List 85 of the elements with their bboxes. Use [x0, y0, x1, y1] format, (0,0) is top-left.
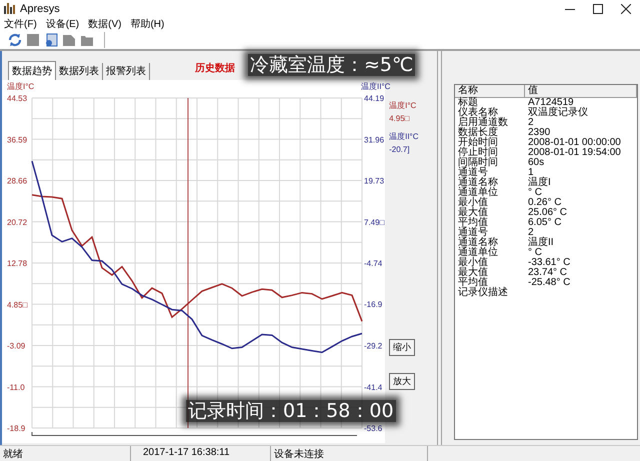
- table-cell-text: 通道名称: [457, 178, 499, 188]
- status-text: 就绪: [0, 446, 131, 461]
- table-cell-text: 1: [527, 168, 534, 178]
- tick-label: 31.96: [364, 135, 384, 144]
- table-cell-text: 通道名称: [457, 238, 499, 248]
- table-cell-text: 最大值: [457, 208, 489, 218]
- tick-label: -4.74: [364, 259, 382, 268]
- column-header[interactable]: 名称: [455, 85, 525, 97]
- tick-label: -29.2: [364, 342, 382, 351]
- table-cell-text: 平均值: [457, 278, 488, 288]
- table-cell-text: 仪表名称: [457, 108, 498, 118]
- document-icon[interactable]: [44, 33, 58, 47]
- table-cell-text: 2008-01-01 19:54:00: [527, 148, 622, 158]
- tick-label: 19.73: [364, 176, 384, 186]
- table-cell-text: 通道号: [457, 168, 488, 178]
- tick-label: -16.9: [364, 300, 382, 310]
- caption-text: 记录时间：01：58：00: [186, 400, 396, 422]
- table-cell-text: -33.61° C: [527, 258, 572, 268]
- table-cell-text: 2008-01-01 00:00:00: [527, 138, 622, 148]
- tick-label: -3.09: [7, 342, 26, 351]
- tick-label: -18.9: [7, 424, 26, 433]
- window-title: Apresys: [20, 2, 61, 14]
- table-cell-text: 最小值: [457, 198, 489, 208]
- tick-label: -11.0: [7, 382, 25, 392]
- table-cell-text: 停止时间: [457, 148, 499, 158]
- panel-title: 历史数据: [195, 62, 235, 75]
- table-cell-text: 间隔时间: [457, 158, 499, 168]
- table-cell-text: 平均值: [457, 218, 489, 228]
- table-cell-text: 开始时间: [457, 138, 499, 148]
- table-cell-text: ° C: [527, 248, 543, 258]
- tick-label: -53.6: [364, 424, 382, 433]
- tick-label: 4.85□: [7, 300, 28, 310]
- table-cell-text: ° C: [527, 188, 543, 198]
- axis-title: 温度I°C: [7, 82, 34, 91]
- tick-label: 36.59: [7, 135, 28, 144]
- scroll-track[interactable]: [32, 432, 358, 436]
- table-cell-text: 数据长度: [457, 128, 499, 138]
- axis-title: 温度II°C: [361, 82, 390, 91]
- tick-label: 7.49□: [364, 218, 384, 227]
- table-cell-text: 标题: [457, 98, 478, 108]
- tab[interactable]: 数据趋势: [8, 61, 56, 80]
- tick-label: -41.4: [364, 382, 382, 392]
- table-cell-text: 25.06° C: [527, 208, 568, 218]
- tick-label: 44.53: [7, 94, 28, 103]
- status-text: 2017-1-17 16:38:11: [131, 446, 271, 461]
- close-icon[interactable]: [621, 4, 631, 14]
- table-cell-text: A7124519: [527, 98, 574, 108]
- table-cell-text: 2: [527, 118, 535, 128]
- menu-item[interactable]: 帮助(H): [130, 17, 164, 31]
- table-cell-text: 通道单位: [457, 248, 499, 258]
- status-text: 设备未连接: [271, 446, 428, 461]
- menu-item[interactable]: 设备(E): [46, 17, 80, 31]
- legend-label: 温度I°C: [389, 100, 418, 112]
- table-cell-text: 最小值: [457, 258, 489, 268]
- legend-value: -20.7]: [389, 144, 411, 156]
- table-cell-text: 23.74° C: [527, 268, 568, 278]
- table-cell-text: 最大值: [457, 268, 489, 278]
- bar-chart-icon: [4, 3, 15, 14]
- table-cell-text: 双温度记录仪: [527, 108, 589, 118]
- maximize-icon[interactable]: [593, 4, 603, 14]
- zoom-out-button[interactable]: 缩小: [389, 339, 416, 356]
- refresh-icon[interactable]: [8, 33, 22, 47]
- table-cell-text: 温度I: [527, 178, 552, 188]
- tick-label: 12.78: [7, 259, 28, 268]
- zoom-in-button[interactable]: 放大: [389, 373, 416, 390]
- table-cell-text: 记录仪描述: [457, 288, 509, 298]
- menu-item[interactable]: 数据(V): [88, 17, 122, 31]
- table-cell-text: 60s: [527, 158, 546, 168]
- table-cell-text: 通道单位: [457, 188, 499, 198]
- tick-label: 28.66: [7, 176, 28, 186]
- menu-item[interactable]: 文件(F): [4, 17, 37, 31]
- table-cell-text: 通道号: [457, 228, 488, 238]
- column-header[interactable]: 值: [525, 85, 637, 97]
- tick-label: 20.72: [7, 218, 28, 227]
- table-cell-text: 2: [527, 228, 534, 238]
- table-cell-text: 0.26° C: [527, 198, 562, 208]
- table-cell-text: 温度II: [527, 238, 555, 248]
- legend-value: 4.95□: [389, 113, 411, 125]
- table-cell-text: 2390: [527, 128, 552, 138]
- table-cell-text: -25.48° C: [527, 278, 572, 288]
- table-cell-text: 6.05° C: [527, 218, 562, 228]
- caption-text: 冷藏室温度：≈5℃: [248, 54, 416, 76]
- tick-label: 44.19: [364, 94, 384, 103]
- table-cell-text: 启用通道数: [457, 118, 509, 128]
- legend-label: 温度II°C: [389, 131, 420, 143]
